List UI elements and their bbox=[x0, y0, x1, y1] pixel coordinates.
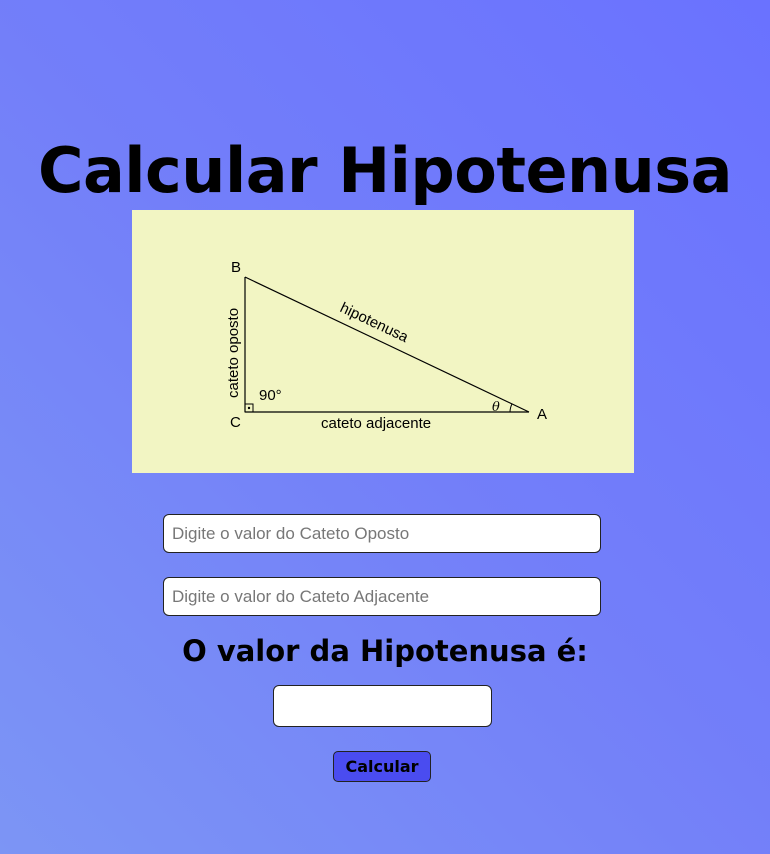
theta-label: θ bbox=[492, 400, 500, 415]
calculate-button[interactable]: Calcular bbox=[333, 751, 431, 782]
right-angle-dot bbox=[247, 406, 251, 410]
vertex-c-label: C bbox=[230, 414, 241, 431]
triangle-diagram: B C A 90° θ cateto adjacente hipotenusa … bbox=[132, 210, 634, 473]
hypotenuse-label: hipotenusa bbox=[337, 299, 411, 346]
adjacent-side-label: cateto adjacente bbox=[321, 415, 431, 432]
hypotenuse-result-field[interactable] bbox=[273, 685, 492, 727]
result-label: O valor da Hipotenusa é: bbox=[182, 634, 588, 668]
right-angle-label: 90° bbox=[259, 387, 282, 404]
vertex-a-label: A bbox=[537, 406, 547, 423]
page-title: Calcular Hipotenusa bbox=[37, 134, 733, 207]
angle-arc bbox=[509, 403, 513, 413]
opposite-side-label: cateto oposto bbox=[225, 308, 242, 398]
opposite-side-input[interactable] bbox=[163, 514, 601, 553]
hypotenuse-line bbox=[244, 276, 530, 413]
triangle-svg: B C A 90° θ cateto adjacente hipotenusa … bbox=[225, 259, 547, 432]
adjacent-side-input[interactable] bbox=[163, 577, 601, 616]
vertex-b-label: B bbox=[231, 259, 241, 276]
